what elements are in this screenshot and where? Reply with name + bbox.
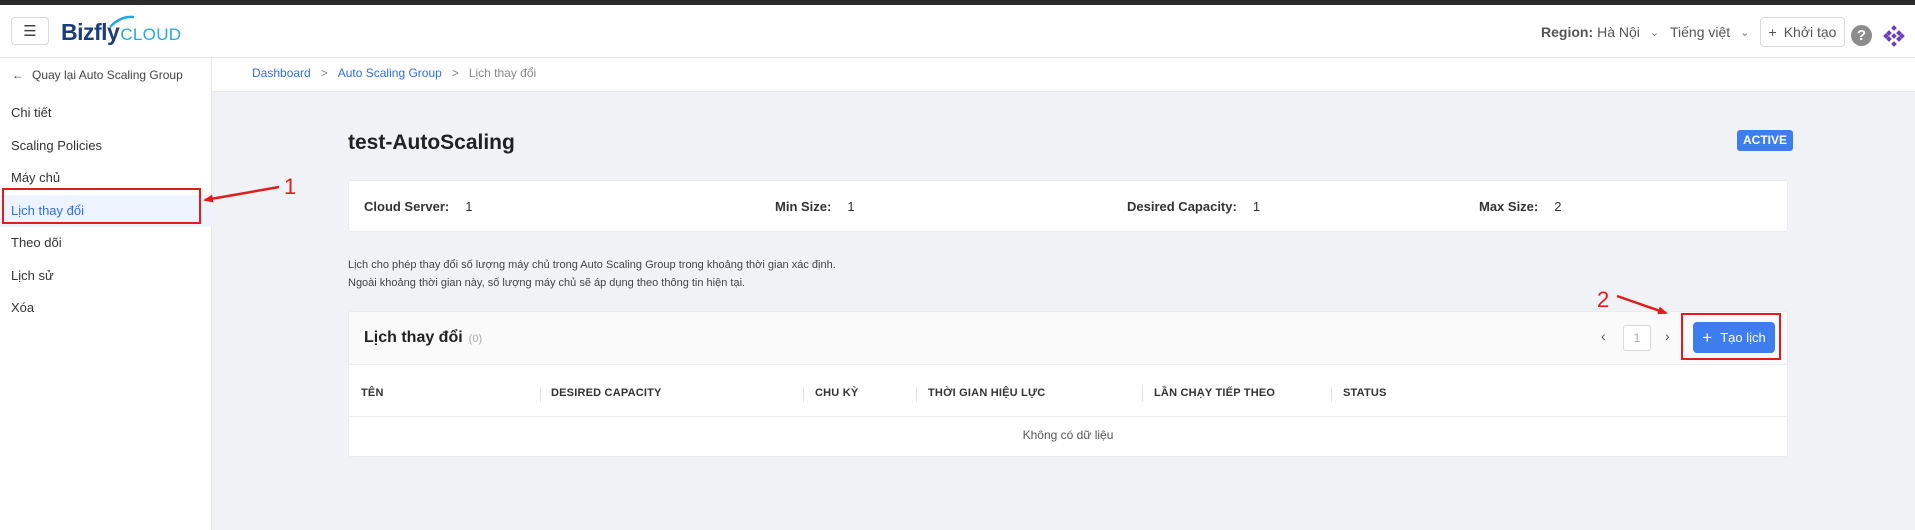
stat-max-size: Max Size: 2 — [1479, 199, 1562, 214]
plus-icon: + — [1768, 24, 1777, 40]
hamburger-icon: ☰ — [23, 23, 37, 40]
column-divider — [540, 386, 541, 402]
column-divider — [803, 386, 804, 402]
breadcrumb-bar: Dashboard > Auto Scaling Group > Lịch th… — [212, 58, 1915, 92]
region-selector[interactable]: Region: Hà Nội ⌄ — [1541, 24, 1659, 40]
menu-toggle-button[interactable]: ☰ — [11, 17, 49, 45]
annotation-box-2 — [1681, 313, 1781, 360]
stat-cloud-server: Cloud Server: 1 — [364, 199, 473, 214]
column-divider — [916, 386, 917, 402]
sidebar-item-delete[interactable]: Xóa — [0, 292, 212, 325]
schedule-panel: Lịch thay đổi (0) ‹ 1 › + Tạo lịch TÊN DE… — [348, 311, 1788, 457]
help-icon[interactable]: ? — [1851, 25, 1872, 46]
annotation-marker-2: 2 — [1597, 287, 1610, 312]
empty-state-text: Không có dữ liệu — [1022, 428, 1114, 442]
sidebar: ← Quay lại Auto Scaling Group Chi tiết S… — [0, 58, 212, 530]
stat-desired-capacity: Desired Capacity: 1 — [1127, 199, 1261, 214]
annotation-box-1 — [2, 188, 201, 224]
chevron-right-icon[interactable]: › — [1665, 328, 1670, 344]
annotation-arrow-1 — [203, 185, 280, 203]
create-button[interactable]: + Khởi tạo — [1760, 17, 1845, 47]
column-divider — [1142, 386, 1143, 402]
column-header-name[interactable]: TÊN — [361, 387, 384, 399]
status-badge: ACTIVE — [1737, 130, 1794, 151]
top-header: ☰ Bizfly CLOUD Region: Hà Nội ⌄ Tiếng vi… — [0, 5, 1915, 58]
schedule-panel-title: Lịch thay đổi (0) — [364, 329, 483, 346]
arrow-left-icon: ← — [12, 68, 24, 82]
breadcrumb-auto-scaling-group[interactable]: Auto Scaling Group — [338, 66, 442, 80]
schedule-panel-header: Lịch thay đổi (0) ‹ 1 › + Tạo lịch — [349, 312, 1787, 365]
sidebar-item-history[interactable]: Lịch sử — [0, 260, 212, 293]
column-header-desired-capacity[interactable]: DESIRED CAPACITY — [551, 387, 662, 399]
chevron-down-icon: ⌄ — [1649, 26, 1660, 39]
language-selector[interactable]: Tiếng việt ⌄ — [1670, 24, 1749, 40]
sidebar-item-monitoring[interactable]: Theo dõi — [0, 227, 212, 260]
page-number[interactable]: 1 — [1623, 325, 1651, 351]
table-header: TÊN DESIRED CAPACITY CHU KỲ THỜI GIAN HI… — [349, 366, 1787, 417]
sidebar-item-scaling-policies[interactable]: Scaling Policies — [0, 130, 212, 163]
bizfly-logo[interactable]: Bizfly CLOUD — [61, 15, 181, 45]
chevron-left-icon[interactable]: ‹ — [1601, 328, 1606, 344]
column-header-status[interactable]: STATUS — [1343, 387, 1387, 399]
schedule-count: (0) — [468, 333, 483, 345]
column-header-cycle[interactable]: CHU KỲ — [815, 387, 858, 399]
sidebar-item-detail[interactable]: Chi tiết — [0, 97, 212, 130]
apps-grid-icon[interactable] — [1883, 25, 1905, 47]
annotation-marker-1: 1 — [284, 174, 297, 199]
column-header-next-run[interactable]: LẦN CHẠY TIẾP THEO — [1154, 387, 1275, 399]
column-header-effective-time[interactable]: THỜI GIAN HIỆU LỰC — [928, 387, 1045, 399]
logo-swoosh-icon — [109, 15, 135, 28]
breadcrumb-current: Lịch thay đổi — [468, 66, 537, 80]
back-link[interactable]: ← Quay lại Auto Scaling Group — [12, 68, 183, 82]
chevron-down-icon: ⌄ — [1740, 26, 1750, 39]
page-title: test-AutoScaling — [348, 131, 515, 154]
column-divider — [1331, 386, 1332, 402]
stat-min-size: Min Size: 1 — [775, 199, 855, 214]
schedule-description: Lịch cho phép thay đổi số lượng máy chủ … — [348, 259, 836, 289]
stats-card: Cloud Server: 1 Min Size: 1 Desired Capaci… — [348, 180, 1788, 232]
breadcrumb-dashboard[interactable]: Dashboard — [252, 66, 311, 80]
breadcrumb: Dashboard > Auto Scaling Group > Lịch th… — [252, 66, 537, 80]
